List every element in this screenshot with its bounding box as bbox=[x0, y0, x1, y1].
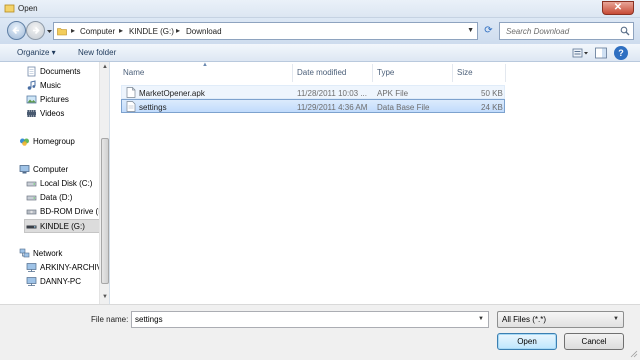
breadcrumb-separator[interactable]: ▸ bbox=[176, 26, 180, 35]
file-date: 11/29/2011 4:36 AM bbox=[297, 103, 368, 112]
breadcrumb-kindle[interactable]: KINDLE (G:) bbox=[129, 27, 174, 36]
address-bar[interactable]: ▸ Computer ▸ KINDLE (G:) ▸ Download ▼ bbox=[53, 22, 478, 40]
pictures-icon bbox=[26, 95, 37, 104]
homegroup-icon bbox=[20, 138, 29, 146]
videos-icon bbox=[27, 110, 36, 117]
refresh-icon[interactable]: ⟳ bbox=[481, 23, 496, 38]
chevron-down-icon: ▼ bbox=[613, 316, 619, 322]
scroll-up-icon[interactable]: ▲ bbox=[102, 64, 108, 70]
command-bar: Organize ▾ New folder ? bbox=[0, 44, 640, 62]
network-computer-icon bbox=[26, 277, 37, 286]
file-name: settings bbox=[139, 103, 167, 112]
column-header-name[interactable]: Name bbox=[123, 68, 144, 77]
forward-button[interactable] bbox=[26, 21, 45, 40]
sidebar-scrollbar[interactable]: ▲ ▼ bbox=[99, 62, 109, 304]
file-name-input[interactable] bbox=[135, 314, 465, 325]
file-type: Data Base File bbox=[377, 103, 430, 112]
dialog-footer: File name: ▼ All Files (*.*) ▼ Open Canc… bbox=[0, 304, 640, 360]
title-bar: Open ✕ bbox=[0, 0, 640, 18]
drive-icon bbox=[26, 181, 37, 187]
arrow-right-icon bbox=[33, 26, 40, 35]
breadcrumb-separator[interactable]: ▸ bbox=[71, 26, 75, 35]
file-type-select[interactable]: All Files (*.*) ▼ bbox=[497, 311, 624, 328]
network-icon bbox=[19, 248, 30, 258]
breadcrumb-computer[interactable]: Computer bbox=[80, 27, 115, 36]
change-view-icon[interactable] bbox=[571, 46, 589, 60]
drive-icon bbox=[26, 195, 37, 201]
file-type-value: All Files (*.*) bbox=[502, 315, 547, 324]
search-input[interactable]: Search Download bbox=[506, 27, 569, 36]
column-divider[interactable] bbox=[372, 64, 373, 82]
scroll-down-icon[interactable]: ▼ bbox=[102, 294, 108, 300]
music-icon bbox=[27, 80, 36, 90]
file-row[interactable]: settings 11/29/2011 4:36 AM Data Base Fi… bbox=[121, 99, 505, 113]
navigation-bar: ▸ Computer ▸ KINDLE (G:) ▸ Download ▼ ⟳ … bbox=[0, 18, 640, 44]
column-header-type[interactable]: Type bbox=[377, 68, 394, 77]
new-folder-button[interactable]: New folder bbox=[78, 48, 116, 57]
optical-drive-icon bbox=[26, 209, 37, 215]
sort-ascending-icon: ▲ bbox=[202, 62, 208, 68]
file-date: 11/28/2011 10:03 ... bbox=[297, 89, 367, 98]
cancel-button[interactable]: Cancel bbox=[564, 333, 624, 350]
column-divider[interactable] bbox=[505, 64, 506, 82]
open-button[interactable]: Open bbox=[497, 333, 557, 350]
file-name: MarketOpener.apk bbox=[139, 89, 205, 98]
file-icon bbox=[126, 87, 136, 98]
preview-pane-icon[interactable] bbox=[594, 46, 608, 60]
recent-pages-chevron-icon[interactable] bbox=[46, 28, 53, 35]
column-divider[interactable] bbox=[452, 64, 453, 82]
file-row[interactable]: MarketOpener.apk 11/28/2011 10:03 ... AP… bbox=[121, 85, 505, 99]
back-button[interactable] bbox=[7, 21, 26, 40]
search-icon[interactable] bbox=[620, 26, 630, 36]
column-header-date[interactable]: Date modified bbox=[297, 68, 346, 77]
resize-grip-icon[interactable] bbox=[630, 350, 638, 358]
scrollbar-thumb[interactable] bbox=[101, 138, 109, 284]
file-size: 24 KB bbox=[481, 103, 503, 112]
chevron-down-icon[interactable]: ▼ bbox=[478, 316, 484, 322]
sidebar-item-kindle[interactable]: KINDLE (G:) bbox=[24, 219, 100, 233]
organize-menu[interactable]: Organize ▾ bbox=[17, 48, 56, 57]
address-dropdown-icon[interactable]: ▼ bbox=[467, 27, 474, 34]
navigation-pane: Documents Music Pictures Videos Homegrou… bbox=[0, 62, 110, 304]
file-name-label: File name: bbox=[91, 315, 129, 324]
arrow-left-icon bbox=[12, 26, 19, 35]
database-file-icon bbox=[126, 101, 136, 112]
folder-icon bbox=[57, 28, 67, 36]
search-box[interactable]: Search Download bbox=[499, 22, 634, 40]
breadcrumb-separator[interactable]: ▸ bbox=[119, 26, 123, 35]
documents-icon bbox=[27, 66, 36, 77]
file-type: APK File bbox=[377, 89, 409, 98]
app-icon bbox=[4, 4, 15, 13]
column-divider[interactable] bbox=[292, 64, 293, 82]
breadcrumb-download[interactable]: Download bbox=[186, 27, 222, 36]
network-computer-icon bbox=[26, 263, 37, 272]
column-header-size[interactable]: Size bbox=[457, 68, 473, 77]
computer-icon bbox=[19, 165, 30, 174]
file-list: ▲ Name Date modified Type Size MarketOpe… bbox=[116, 62, 640, 304]
help-icon[interactable]: ? bbox=[614, 46, 628, 60]
window-title: Open bbox=[18, 4, 38, 13]
usb-drive-icon bbox=[26, 225, 37, 229]
file-size: 50 KB bbox=[481, 89, 503, 98]
file-name-field[interactable]: ▼ bbox=[131, 311, 489, 328]
close-button[interactable]: ✕ bbox=[602, 1, 634, 15]
